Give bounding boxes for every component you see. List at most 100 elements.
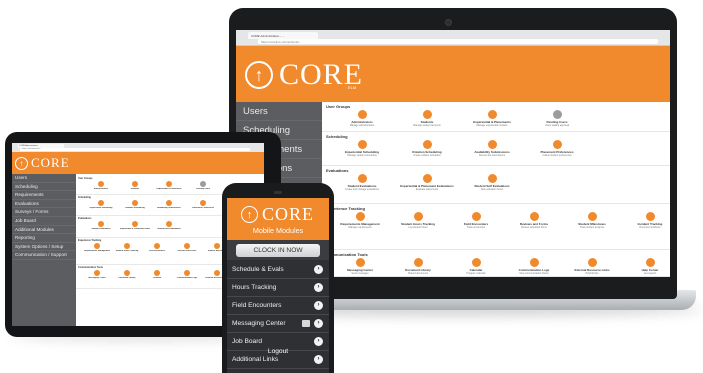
tablet-module-label: Experiential & Placement Evaluations: [120, 228, 150, 230]
module-item[interactable]: Experiential Scheduling Manage student sc…: [332, 140, 392, 157]
phone-menu-item[interactable]: Schedule & Evals ›: [227, 261, 329, 279]
sidebar-item[interactable]: Users: [236, 102, 322, 121]
tablet-module-icon[interactable]: [132, 200, 138, 206]
browser-address-bar[interactable]: https://corelms.com/schools/...: [258, 39, 658, 44]
tablet-module-icon[interactable]: [214, 243, 220, 249]
tablet-module-icon[interactable]: [214, 270, 220, 276]
module-icon: [529, 212, 539, 221]
phone-logo-text: CORE: [262, 204, 315, 224]
clock-in-button[interactable]: CLOCK IN NOW: [236, 244, 320, 257]
module-item[interactable]: Document Library Shared documents: [388, 258, 448, 275]
tablet-module-icon[interactable]: [124, 270, 130, 276]
tablet-sidebar-item[interactable]: Reporting: [12, 234, 76, 243]
module-item[interactable]: Pending Users Users waiting approval: [527, 110, 587, 127]
phone-menu-item[interactable]: Field Encounters ›: [227, 297, 329, 315]
tablet-module-label: Requirements Management: [83, 250, 111, 252]
phone-title: Mobile Modules: [252, 226, 304, 235]
tablet-sidebar-item[interactable]: Users: [12, 174, 76, 183]
module-item[interactable]: Student Evaluations Create and manage eva…: [332, 174, 392, 191]
tablet-module-icon[interactable]: [154, 243, 160, 249]
browser-tab[interactable]: CORE Administration - ...: [248, 32, 318, 39]
tablet-module-label: Experiential Scheduling: [89, 207, 113, 209]
chevron-right-icon: ›: [314, 337, 323, 346]
module-item[interactable]: Students Manage student accounts: [397, 110, 457, 127]
phone-menu-item[interactable]: Messaging Center ›: [227, 315, 329, 333]
tablet-module-icon[interactable]: [166, 200, 172, 206]
module-description: Track encounters: [466, 226, 486, 229]
module-item[interactable]: Placement Preferences Collect student pre…: [527, 140, 587, 157]
tablet-module-label: Field Encounters: [148, 250, 166, 252]
chevron-right-icon: ›: [314, 355, 323, 364]
module-item[interactable]: Student Milestones Track student progress: [562, 212, 622, 229]
tablet-module-label: Experiential & Placements: [156, 188, 182, 190]
module-item[interactable]: Communication Logs View communication his…: [504, 258, 564, 275]
tablet-module-icon[interactable]: [184, 270, 190, 276]
module-icon: [471, 258, 481, 267]
tablet-sidebar-item[interactable]: Additional Modules: [12, 226, 76, 235]
module-icon: [413, 212, 423, 221]
tablet-sidebar-item[interactable]: Evaluations: [12, 200, 76, 209]
module-description: Self evaluation forms: [480, 188, 504, 191]
tablet-module-icon[interactable]: [98, 200, 104, 206]
module-item[interactable]: Rotation Scheduling Create rotation sched…: [397, 140, 457, 157]
module-item[interactable]: Requirements Management Manage requiremen…: [330, 212, 390, 229]
module-item[interactable]: Experiential & Placements Manage experien…: [462, 110, 522, 127]
module-description: Helpful links: [585, 272, 599, 275]
tablet-sidebar-item[interactable]: System Options / Setup: [12, 243, 76, 252]
phone-menu-label: Field Encounters: [232, 302, 282, 309]
module-item[interactable]: Messaging Center Send messages: [330, 258, 390, 275]
logout-button[interactable]: Logout: [227, 348, 329, 355]
module-item[interactable]: External Resource Links Helpful links: [562, 258, 622, 275]
module-description: Shared documents: [407, 272, 429, 275]
tablet-module-icon[interactable]: [98, 221, 104, 227]
module-description: Program calendar: [466, 272, 486, 275]
module-item[interactable]: Student Self Evaluations Self evaluation …: [462, 174, 522, 191]
tablet-module-label: Pending Users: [195, 188, 210, 190]
tablet-sidebar-item[interactable]: Job Board: [12, 217, 76, 226]
tablet-module-icon[interactable]: [94, 270, 100, 276]
tablet-module-icon[interactable]: [184, 243, 190, 249]
tablet-module-label: Student Evaluations: [91, 228, 111, 230]
module-item[interactable]: Incident Tracking Document incidents: [620, 212, 670, 229]
module-description: Create rotation schedules: [413, 154, 441, 157]
module-item[interactable]: Calendar Program calendar: [446, 258, 506, 275]
tablet-module-icon[interactable]: [98, 181, 104, 187]
tablet-module-icon[interactable]: [94, 243, 100, 249]
tablet-module-icon[interactable]: [200, 181, 206, 187]
tablet-module-label: Availability Submissions: [157, 207, 181, 209]
phone-menu-item[interactable]: Hours Tracking ›: [227, 279, 329, 297]
tablet-sidebar-item[interactable]: Requirements: [12, 191, 76, 200]
tablet-module-icon[interactable]: [166, 181, 172, 187]
tablet-module-label: Rotation Scheduling: [125, 207, 145, 209]
core-logo[interactable]: ↑ CORE: [245, 58, 363, 92]
tablet-sidebar-item[interactable]: Surveys / Forms: [12, 208, 76, 217]
browser-toolbar: CORE Administration - ... https://corelm…: [236, 30, 670, 46]
tablet-sidebar: Users Scheduling Requirements Evaluations Su…: [12, 174, 76, 326]
module-item[interactable]: Administrators Manage administrators: [332, 110, 392, 127]
module-item[interactable]: Student Hours Tracking Log student hours: [388, 212, 448, 229]
module-section: Scheduling Experiential Scheduling Manage …: [322, 132, 670, 166]
module-description: Track student progress: [579, 226, 605, 229]
tablet-sidebar-item[interactable]: Scheduling: [12, 183, 76, 192]
tablet-module-icon[interactable]: [132, 181, 138, 187]
module-item[interactable]: Experiential & Placement Evaluations Eval…: [397, 174, 457, 191]
tablet-module-icon[interactable]: [154, 270, 160, 276]
phone-core-logo[interactable]: ↑ CORE: [241, 204, 314, 225]
tablet-address-bar[interactable]: https://corelms.com/...: [20, 148, 250, 151]
module-icon: [552, 110, 562, 119]
tablet-core-logo[interactable]: ↑ CORE: [15, 155, 70, 171]
module-item[interactable]: Help Center Get support: [620, 258, 670, 275]
tablet-module-icon[interactable]: [166, 221, 172, 227]
module-icon: [487, 174, 497, 183]
message-icon: [302, 320, 310, 327]
tablet-module-icon[interactable]: [200, 200, 206, 206]
tablet-sidebar-item[interactable]: Communication / Support: [12, 251, 76, 260]
tablet-module-icon[interactable]: [132, 221, 138, 227]
clock-in-area: CLOCK IN NOW: [227, 240, 329, 260]
module-item[interactable]: Availability Submissions Review site subm…: [462, 140, 522, 157]
section-title: Evaluations: [326, 168, 349, 173]
tablet-module-icon[interactable]: [124, 243, 130, 249]
tablet-module-label: Calendar: [152, 277, 162, 279]
module-item[interactable]: Reviews and Forms Review submitted forms: [504, 212, 564, 229]
module-item[interactable]: Field Encounters Track encounters: [446, 212, 506, 229]
